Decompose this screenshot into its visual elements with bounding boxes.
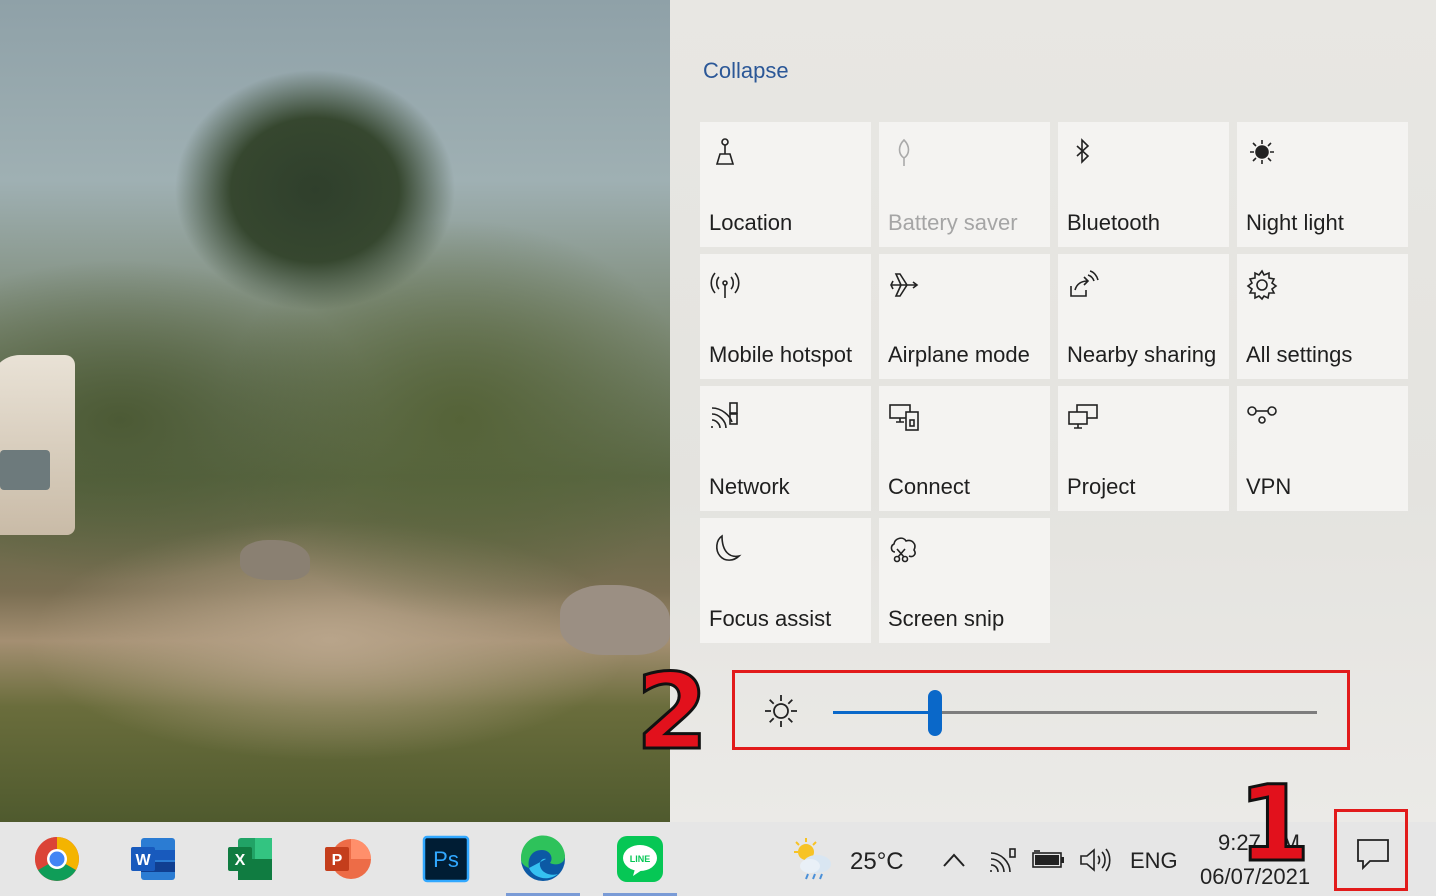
brightness-slider-fill bbox=[833, 711, 935, 714]
tile-network[interactable]: Network bbox=[700, 386, 871, 511]
edge-icon bbox=[516, 835, 570, 890]
vpn-icon bbox=[1245, 400, 1279, 434]
connect-icon bbox=[887, 400, 921, 434]
nearby-sharing-icon bbox=[1066, 268, 1100, 302]
battery-tray-button[interactable] bbox=[1030, 850, 1066, 870]
svg-text:P: P bbox=[332, 852, 343, 869]
tile-screen-snip[interactable]: Screen snip bbox=[879, 518, 1050, 643]
brightness-slider-thumb[interactable] bbox=[927, 690, 942, 736]
svg-text:Ps: Ps bbox=[433, 847, 459, 872]
annotation-step-1: 1 bbox=[1236, 763, 1311, 885]
wifi-icon bbox=[988, 848, 1018, 878]
taskbar-app-line[interactable]: LINE bbox=[603, 832, 677, 896]
tile-label: Location bbox=[709, 210, 793, 235]
annotation-step-2: 2 bbox=[634, 651, 709, 773]
project-icon bbox=[1066, 400, 1100, 434]
tile-bluetooth[interactable]: Bluetooth bbox=[1058, 122, 1229, 247]
volume-tray-button[interactable] bbox=[1078, 846, 1112, 874]
taskbar-app-chrome[interactable] bbox=[30, 832, 84, 886]
moon-icon bbox=[708, 532, 742, 566]
weather-temperature: 25°C bbox=[850, 848, 904, 875]
brightness-slider-area bbox=[732, 670, 1350, 750]
tile-label: Screen snip bbox=[888, 606, 1005, 631]
svg-text:W: W bbox=[135, 852, 151, 869]
tile-project[interactable]: Project bbox=[1058, 386, 1229, 511]
notification-icon bbox=[1355, 836, 1391, 877]
tile-label: VPN bbox=[1246, 474, 1292, 499]
taskbar-app-excel[interactable]: X bbox=[224, 832, 278, 886]
quick-actions-grid: Location Battery saver Bluetooth Night l… bbox=[700, 122, 1408, 643]
wallpaper-trailer bbox=[0, 355, 75, 535]
tile-mobile-hotspot[interactable]: Mobile hotspot bbox=[700, 254, 871, 379]
collapse-link[interactable]: Collapse bbox=[703, 58, 789, 84]
tile-label: Focus assist bbox=[709, 606, 832, 631]
action-center-panel: Collapse Location Battery saver Bluetoot… bbox=[670, 0, 1436, 822]
photoshop-icon: Ps bbox=[419, 835, 473, 890]
chevron-up-icon bbox=[940, 853, 968, 876]
tile-focus-assist[interactable]: Focus assist bbox=[700, 518, 871, 643]
tile-battery-saver[interactable]: Battery saver bbox=[879, 122, 1050, 247]
excel-icon: X bbox=[224, 838, 278, 890]
brightness-icon bbox=[763, 693, 799, 729]
tile-location[interactable]: Location bbox=[700, 122, 871, 247]
location-icon bbox=[708, 136, 742, 170]
tile-label: All settings bbox=[1246, 342, 1353, 367]
network-tray-button[interactable] bbox=[988, 846, 1018, 874]
wallpaper-rock bbox=[560, 585, 670, 655]
line-icon: LINE bbox=[613, 836, 667, 890]
language-indicator[interactable]: ENG bbox=[1130, 848, 1178, 874]
tile-label: Mobile hotspot bbox=[709, 342, 853, 367]
notification-center-button[interactable] bbox=[1334, 809, 1408, 891]
desktop-wallpaper bbox=[0, 0, 670, 822]
network-icon bbox=[708, 400, 742, 434]
tile-vpn[interactable]: VPN bbox=[1237, 386, 1408, 511]
tile-night-light[interactable]: Night light bbox=[1237, 122, 1408, 247]
tile-label: Nearby sharing bbox=[1067, 342, 1217, 367]
word-icon: W bbox=[127, 838, 181, 890]
gear-icon bbox=[1245, 268, 1279, 302]
taskbar-app-edge[interactable] bbox=[506, 832, 580, 896]
tile-label: Airplane mode bbox=[888, 342, 1030, 367]
show-hidden-icons-button[interactable] bbox=[940, 848, 968, 872]
taskbar-app-word[interactable]: W bbox=[127, 832, 181, 886]
weather-cloud-sun-icon bbox=[790, 838, 836, 886]
airplane-icon bbox=[887, 268, 921, 302]
taskbar-app-powerpoint[interactable]: P bbox=[321, 832, 375, 886]
battery-saver-icon bbox=[887, 136, 921, 170]
tile-all-settings[interactable]: All settings bbox=[1237, 254, 1408, 379]
taskbar: W X P Ps LINE 25°C ENG 9:27 PM 06/07/202… bbox=[0, 809, 1436, 896]
tile-label: Project bbox=[1067, 474, 1136, 499]
brightness-slider-track[interactable] bbox=[833, 690, 1317, 736]
bluetooth-icon bbox=[1066, 136, 1100, 170]
tile-label: Bluetooth bbox=[1067, 210, 1160, 235]
tile-label: Network bbox=[709, 474, 790, 499]
taskbar-app-photoshop[interactable]: Ps bbox=[419, 832, 473, 886]
battery-icon bbox=[1030, 850, 1066, 874]
tile-label: Battery saver bbox=[888, 210, 1018, 235]
night-light-icon bbox=[1245, 136, 1279, 170]
screen-snip-icon bbox=[887, 532, 921, 566]
tile-label: Connect bbox=[888, 474, 970, 499]
svg-text:LINE: LINE bbox=[630, 854, 651, 864]
wallpaper-rock bbox=[240, 540, 310, 580]
powerpoint-icon: P bbox=[321, 839, 375, 890]
volume-icon bbox=[1078, 848, 1112, 878]
svg-text:X: X bbox=[235, 852, 246, 869]
tile-airplane-mode[interactable]: Airplane mode bbox=[879, 254, 1050, 379]
tile-nearby-sharing[interactable]: Nearby sharing bbox=[1058, 254, 1229, 379]
tile-connect[interactable]: Connect bbox=[879, 386, 1050, 511]
tile-label: Night light bbox=[1246, 210, 1344, 235]
chrome-icon bbox=[30, 837, 84, 890]
mobile-hotspot-icon bbox=[708, 268, 742, 302]
weather-widget[interactable] bbox=[790, 836, 836, 882]
